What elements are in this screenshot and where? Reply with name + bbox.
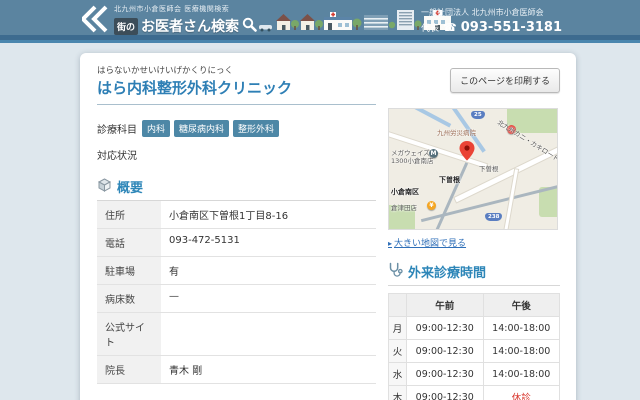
view-larger-map-link[interactable]: ▸大きい地図で見る (388, 236, 560, 249)
print-page-button[interactable]: このページを印刷する (450, 68, 560, 93)
map-label: 1300小倉南店 (391, 155, 434, 165)
k-mark-icon (82, 4, 108, 38)
day-cell: 水 (389, 363, 407, 386)
departments-label: 診療科目 (97, 121, 137, 136)
table-row: 木09:00-12:30休診 (389, 386, 560, 400)
department-tag: 糖尿病内科 (174, 120, 229, 137)
department-tag: 内科 (142, 120, 170, 137)
magnifier-icon (242, 17, 257, 36)
table-header-row: 午前 午後 (389, 294, 560, 317)
pm-cell: 14:00-18:00 (483, 340, 560, 363)
hours-heading: 外来診療時間 (388, 262, 560, 286)
map-label: 小倉南区 (391, 187, 419, 197)
header-phone-number: 093-551-3181 (461, 20, 562, 35)
house-icon (300, 14, 315, 30)
link-bullet-icon: ▸ (388, 239, 392, 248)
am-cell: 09:00-12:30 (407, 317, 484, 340)
tel-caption: 代表 (421, 21, 439, 34)
map-label: 下曽根 (439, 175, 460, 185)
field-label: 病床数 (97, 285, 161, 313)
table-row: 水09:00-12:3014:00-18:00 (389, 363, 560, 386)
house-icon (276, 14, 291, 30)
field-value: — (161, 285, 376, 313)
overview-heading: 概要 (97, 177, 376, 201)
field-value: 093-472-5131 (161, 229, 376, 257)
am-cell: 09:00-12:30 (407, 363, 484, 386)
hours-table: 午前 午後 月09:00-12:3014:00-18:00 火09:00-12:… (388, 293, 560, 400)
header-association-name: 一般社団法人 北九州市小倉医師会 (421, 7, 562, 18)
am-cell: 09:00-12:30 (407, 340, 484, 363)
tree-icon (389, 22, 395, 28)
tree-icon (291, 20, 299, 30)
table-row: 火09:00-12:3014:00-18:00 (389, 340, 560, 363)
clinic-building-icon (324, 12, 352, 30)
field-value: 有 (161, 257, 376, 285)
content-card: はらないかせいけいげかくりにっく はら内科整形外科クリニック 診療科目 内科 糖… (80, 53, 576, 400)
field-value: 青木 剛 (161, 356, 376, 384)
field-label: 公式サイト (97, 313, 161, 356)
site-title: お医者さん検索 (141, 16, 239, 36)
clinic-name-furigana: はらないかせいけいげかくりにっく (97, 64, 376, 76)
tree-icon (353, 19, 362, 31)
day-cell: 月 (389, 317, 407, 340)
table-row: 駐車場有 (97, 257, 376, 285)
table-row: 月09:00-12:3014:00-18:00 (389, 317, 560, 340)
header-org-text: 北九州市小倉医師会 医療機関検索 (114, 4, 257, 14)
tree-icon (315, 20, 323, 30)
office-building-icon (364, 15, 388, 30)
stethoscope-icon (388, 262, 403, 281)
clinic-name: はら内科整形外科クリニック (97, 77, 376, 105)
car-icon (259, 25, 272, 32)
route-shield: 238 (485, 213, 502, 221)
site-header: 北九州市小倉医師会 医療機関検索 街の お医者さん検索 (0, 0, 640, 43)
route-shield: 25 (471, 111, 485, 119)
pm-cell: 14:00-18:00 (483, 317, 560, 340)
table-row: 病床数— (97, 285, 376, 313)
pm-cell-closed: 休診 (483, 386, 560, 400)
table-row: 公式サイト (97, 313, 376, 356)
map-river (388, 108, 451, 128)
location-pin-icon (459, 141, 475, 165)
table-row: 住所小倉南区下曽根1丁目8-16 (97, 201, 376, 229)
department-tag: 整形外科 (233, 120, 279, 137)
status-label: 対応状況 (97, 147, 376, 162)
shop-poi-icon: ¥ (427, 201, 436, 210)
machi-badge: 街の (114, 18, 138, 35)
pm-column-header: 午後 (483, 294, 560, 317)
am-column-header: 午前 (407, 294, 484, 317)
am-cell: 09:00-12:30 (407, 386, 484, 400)
field-value (161, 313, 376, 356)
pm-cell: 14:00-18:00 (483, 363, 560, 386)
site-logo[interactable]: 北九州市小倉医師会 医療機関検索 街の お医者さん検索 (82, 4, 257, 38)
map-label: 下曽根 (479, 163, 499, 173)
overview-icon (97, 178, 112, 196)
field-label: 駐車場 (97, 257, 161, 285)
office-building-icon (397, 10, 414, 30)
day-column-header (389, 294, 407, 317)
clinic-location-map[interactable]: 25 238 + 九州労災病院 M メガウェイズ 1300小倉南店 下曽根 下曽… (388, 108, 558, 230)
map-label: 倉津田店 (391, 202, 417, 212)
field-label: 院長 (97, 356, 161, 384)
header-contact: 一般社団法人 北九州市小倉医師会 代表 ☎ 093-551-3181 (421, 7, 562, 35)
day-cell: 木 (389, 386, 407, 400)
overview-table: 住所小倉南区下曽根1丁目8-16 電話093-472-5131 駐車場有 病床数… (97, 201, 376, 384)
table-row: 電話093-472-5131 (97, 229, 376, 257)
field-label: 電話 (97, 229, 161, 257)
day-cell: 火 (389, 340, 407, 363)
field-label: 住所 (97, 201, 161, 229)
map-label: 九州労災病院 (437, 127, 476, 137)
field-value: 小倉南区下曽根1丁目8-16 (161, 201, 376, 229)
phone-icon: ☎ (443, 21, 457, 34)
table-row: 院長青木 剛 (97, 356, 376, 384)
